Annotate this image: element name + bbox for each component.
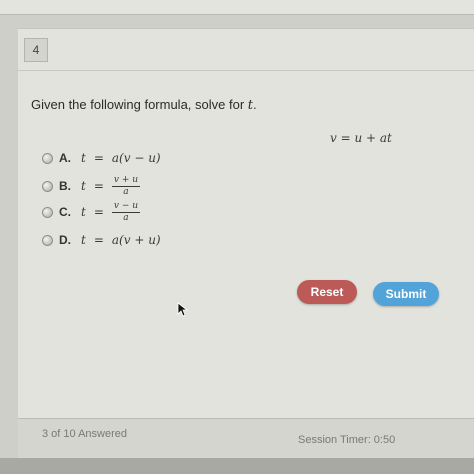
option-lhs: t	[81, 151, 86, 165]
option-letter: B.	[59, 179, 71, 193]
radio-button[interactable]	[42, 234, 53, 246]
option-math: t = a(v − u)	[81, 151, 161, 165]
given-formula: v = u + at	[330, 131, 392, 145]
option-fraction: v − u a	[111, 200, 141, 223]
option-lhs: t	[81, 179, 86, 193]
option-equals: =	[93, 151, 104, 165]
option-math: t = a(v + u)	[81, 233, 161, 247]
question-number-badge: 4	[24, 38, 48, 62]
option-lhs: t	[81, 233, 86, 247]
radio-button[interactable]	[42, 206, 53, 218]
reset-button[interactable]: Reset	[297, 280, 357, 304]
divider	[18, 70, 474, 71]
option-letter: C.	[59, 205, 71, 219]
fraction-denominator: a	[123, 212, 129, 223]
bottom-edge	[0, 458, 474, 474]
option-equals: =	[93, 233, 104, 247]
radio-button[interactable]	[42, 152, 53, 164]
option-rhs: a(v + u)	[111, 233, 161, 247]
option-equals: =	[93, 179, 104, 193]
option-fraction: v + u a	[111, 174, 141, 197]
option-b[interactable]: B. t = v + u a	[42, 174, 141, 197]
option-math: t = v − u a	[81, 200, 141, 223]
submit-button[interactable]: Submit	[373, 282, 439, 306]
prompt-end: .	[253, 97, 257, 112]
option-rhs: a(v − u)	[111, 151, 161, 165]
answered-count: 3 of 10 Answered	[42, 428, 128, 440]
option-letter: A.	[59, 151, 71, 165]
option-d[interactable]: D. t = a(v + u)	[42, 230, 161, 250]
fraction-numerator: v − u	[111, 200, 141, 213]
session-timer: Session Timer: 0:50	[298, 434, 396, 446]
radio-button[interactable]	[42, 180, 53, 192]
mouse-cursor-icon	[177, 302, 189, 317]
top-strip	[0, 0, 474, 15]
prompt-text: Given the following formula, solve for	[31, 97, 248, 112]
option-math: t = v + u a	[81, 174, 141, 197]
option-a[interactable]: A. t = a(v − u)	[42, 148, 161, 168]
question-prompt: Given the following formula, solve for t…	[31, 97, 257, 113]
fraction-denominator: a	[123, 186, 129, 197]
option-c[interactable]: C. t = v − u a	[42, 200, 141, 223]
option-letter: D.	[59, 233, 71, 247]
option-lhs: t	[81, 205, 86, 219]
fraction-numerator: v + u	[111, 174, 141, 187]
option-equals: =	[93, 205, 104, 219]
